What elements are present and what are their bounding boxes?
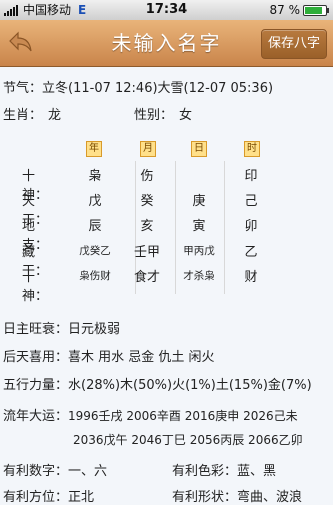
row-label-shishen-hidden: 十神： [22,270,49,304]
color-label: 有利色彩： [172,464,238,479]
battery-percent: 87 % [269,3,301,17]
favor-value: 喜木 用水 忌金 仇土 闲火 [68,350,215,365]
strength-label: 日主旺衰： [3,322,69,337]
luck-row: 流年大运：1996壬戌 2006辛酉 2016庚申 2026己未 [3,405,298,424]
color-value: 蓝、黑 [237,464,277,479]
nav-header: 未输入名字 保存八字 [0,20,333,67]
jieqi-label: 节气： [3,81,43,96]
favor-row: 后天喜用：喜木 用水 忌金 仇土 闲火 [3,346,215,365]
elements-row: 五行力量：水(28%)木(50%)火(1%)土(15%)金(7%) [3,374,312,393]
number-value: 一、六 [68,464,108,479]
luck-line-1: 1996壬戌 2006辛酉 2016庚申 2026己未 [68,409,298,423]
bazi-content: 节气：立冬(11-07 12:46)大雪(12-07 05:36) 生肖： 龙 性… [0,66,333,505]
cell-hour-shishen: 印 [244,169,258,184]
battery-icon [303,4,329,16]
color-row: 有利色彩：蓝、黑 [172,460,276,479]
cell-month-shishen: 伤 [140,169,154,184]
cell-hour-dizhi: 卯 [244,219,258,234]
luck-line-2: 2036戊午 2046丁巳 2056丙辰 2066乙卯 [73,433,303,447]
cell-month-shishen-hidden: 食才 [133,270,160,285]
luck-label: 流年大运： [3,409,69,424]
number-label: 有利数字： [3,464,69,479]
header-month: 月 [140,141,156,157]
cell-year-dizhi: 辰 [88,219,102,234]
direction-label: 有利方位： [3,490,69,505]
strength-row: 日主旺衰：日元极弱 [3,318,120,337]
shape-row: 有利形状：弯曲、波浪 [172,486,302,505]
cell-hour-tiangan: 己 [244,194,258,209]
cell-day-dizhi: 寅 [192,219,206,234]
gender-row: 性别： 女 [134,104,192,123]
cell-year-shishen: 枭 [88,169,102,184]
column-divider [224,161,225,294]
header-hour: 时 [244,141,260,157]
number-row: 有利数字：一、六 [3,460,107,479]
direction-row: 有利方位：正北 [3,486,94,505]
shape-value: 弯曲、波浪 [237,490,303,505]
gender-label: 性别： [134,108,174,123]
elements-value: 水(28%)木(50%)火(1%)土(15%)金(7%) [68,378,312,393]
zodiac-label: 生肖： [3,108,43,123]
zodiac-value: 龙 [48,108,62,123]
cell-hour-canggan: 乙 [244,245,258,260]
status-bar: 中国移动 E 17:34 87 % [0,0,333,20]
save-bazi-button[interactable]: 保存八字 [260,29,327,59]
shape-label: 有利形状： [172,490,238,505]
header-year: 年 [86,141,102,157]
cell-year-shishen-hidden: 枭伤财 [79,270,111,282]
jieqi-row: 节气：立冬(11-07 12:46)大雪(12-07 05:36) [3,77,273,96]
jieqi-value: 立冬(11-07 12:46)大雪(12-07 05:36) [42,81,274,96]
gender-value: 女 [179,108,193,123]
cell-year-tiangan: 戊 [88,194,102,209]
back-arrow-icon [9,31,32,52]
cell-day-shishen-hidden: 才杀枭 [183,270,215,282]
cell-day-tiangan: 庚 [192,194,206,209]
favor-label: 后天喜用： [3,350,69,365]
direction-value: 正北 [68,490,95,505]
zodiac-row: 生肖： 龙 [3,104,61,123]
cell-month-tiangan: 癸 [140,194,154,209]
header-day: 日 [191,141,207,157]
cell-month-canggan: 壬甲 [133,245,160,260]
cell-day-canggan: 甲丙戊 [183,245,215,257]
back-button[interactable] [6,28,36,56]
battery-area: 87 % [269,0,329,20]
elements-label: 五行力量： [3,378,69,393]
cell-hour-shishen-hidden: 财 [244,270,258,285]
cell-month-dizhi: 亥 [140,219,154,234]
luck-row-2: 2036戊午 2046丁巳 2056丙辰 2066乙卯 [73,431,303,448]
strength-value: 日元极弱 [68,322,121,337]
cell-year-canggan: 戊癸乙 [79,245,111,257]
